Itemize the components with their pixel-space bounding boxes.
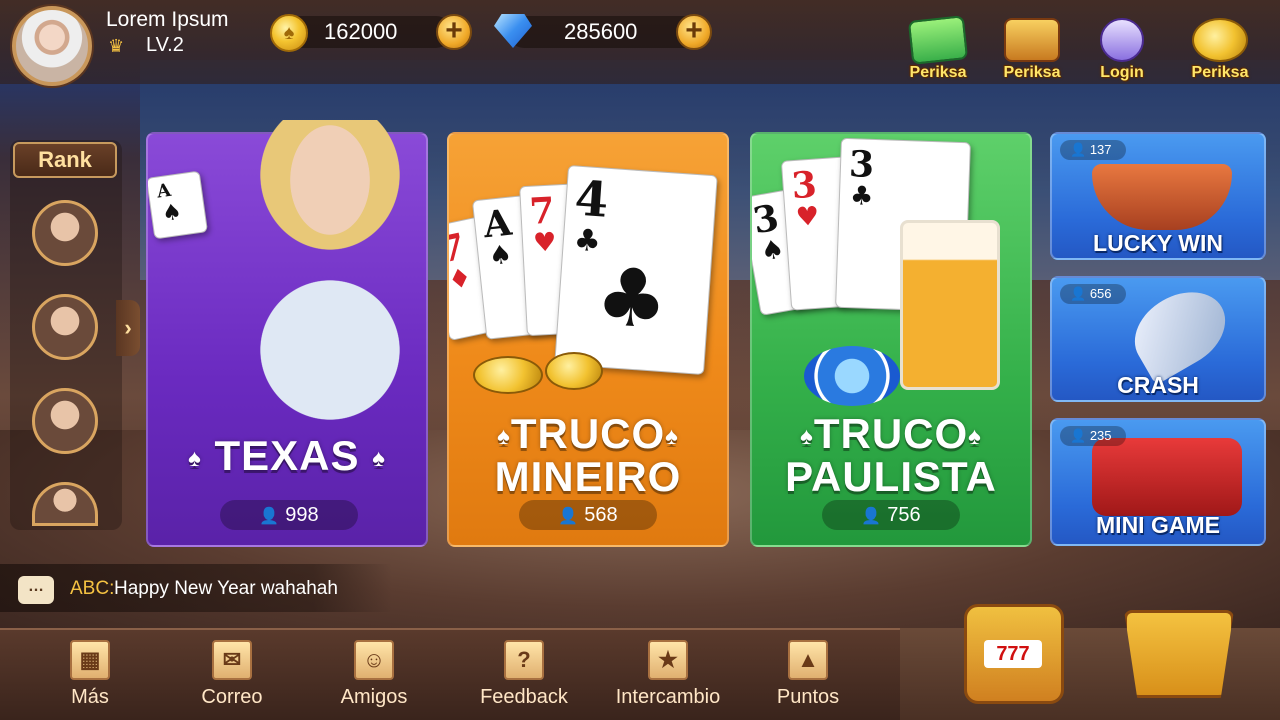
rank-expand-chevron-icon[interactable]: › <box>116 300 140 356</box>
tile-title-mini-game: MINI GAME <box>1096 512 1220 538</box>
game-card-truco-mineiro[interactable]: 7 ♦ A ♠ 7 ♥ 4 ♣ ♣ ♠TRUCO♠ MINEIRO 👤 568 <box>447 132 729 547</box>
nav-correo[interactable]: ✉ Correo <box>172 636 292 716</box>
dealer-character-art <box>230 120 430 450</box>
chat-sender: ABC: <box>70 578 115 599</box>
nav-amigos-label: Amigos <box>340 686 408 708</box>
gem-balance: 285600 <box>564 19 638 44</box>
coin-balance: 162000 <box>324 19 398 44</box>
rank-avatar-3[interactable] <box>32 388 98 454</box>
gold-coin-icon <box>473 356 543 394</box>
gratta-card-icon <box>907 15 969 65</box>
tile-players-mini-game: 👤 235 <box>1060 426 1126 446</box>
exchange-gift-icon: ★ <box>648 640 688 680</box>
poker-chips-icon <box>804 346 900 406</box>
daily-login-label: Login <box>1100 64 1144 81</box>
coin-pile-icon <box>1192 18 1248 62</box>
mail-icon: ✉ <box>212 640 252 680</box>
card-art-4-clubs: 4 ♣ ♣ <box>554 165 718 375</box>
slot-machine-reels: 777 <box>984 640 1042 668</box>
chat-bubble-icon[interactable]: … <box>18 576 54 604</box>
tile-players-crash: 👤 656 <box>1060 284 1126 304</box>
rank-avatar-2[interactable] <box>32 294 98 360</box>
gift-box-button[interactable]: Periksa <box>996 18 1068 82</box>
nav-correo-label: Correo <box>201 686 263 708</box>
nav-puntos[interactable]: ▲ Puntos <box>748 636 868 716</box>
add-gems-button[interactable]: + <box>676 14 712 50</box>
daily-login-button[interactable]: Login <box>1086 18 1158 82</box>
rank-avatar-1[interactable] <box>32 200 98 266</box>
player-name: Lorem Ipsum <box>106 8 229 31</box>
nav-mas-label: Más <box>71 686 109 708</box>
tile-players-lucky-win: 👤 137 <box>1060 140 1126 160</box>
beer-mug-icon <box>900 220 1000 390</box>
slot-reel-icon <box>1092 438 1242 516</box>
player-level: LV.2 <box>146 34 184 56</box>
backpack-icon: ▲ <box>788 640 828 680</box>
gift-box-icon <box>1004 18 1060 62</box>
nav-amigos[interactable]: ☺ Amigos <box>314 636 434 716</box>
players-count-truco-paulista: 👤 756 <box>822 500 960 530</box>
user-icon: 👤 <box>1070 428 1087 443</box>
user-icon: 👤 <box>558 508 579 525</box>
rank-title[interactable]: Rank <box>13 142 117 178</box>
players-count-truco-mineiro: 👤 568 <box>519 500 657 530</box>
user-icon: 👤 <box>1070 142 1087 157</box>
tile-mini-game[interactable]: 👤 235 MINI GAME <box>1050 418 1266 546</box>
tile-title-lucky-win: LUCKY WIN <box>1093 230 1223 256</box>
nav-mas[interactable]: ▦ Más <box>30 636 150 716</box>
gold-coin-icon <box>545 352 603 390</box>
gratta-card-button[interactable]: Periksa <box>902 15 974 82</box>
coin-pile-button[interactable]: Periksa <box>1184 18 1256 82</box>
player-avatar[interactable] <box>12 6 92 86</box>
nav-feedback-label: Feedback <box>480 686 568 708</box>
game-title-truco-mineiro: ♠TRUCO♠ MINEIRO <box>494 410 682 500</box>
tile-title-crash: CRASH <box>1117 372 1199 398</box>
gratta-card-label: Periksa <box>909 64 967 81</box>
players-count-texas: 👤 998 <box>220 500 358 530</box>
ace-of-spades-card-icon: A ♠ <box>148 170 209 240</box>
rocket-icon <box>1120 278 1240 386</box>
calendar-check-icon <box>1100 18 1144 62</box>
nav-feedback[interactable]: ? Feedback <box>464 636 584 716</box>
tile-crash[interactable]: 👤 656 CRASH <box>1050 276 1266 402</box>
pirate-ship-icon <box>1092 164 1232 230</box>
nav-intercambio-label: Intercambio <box>615 686 721 708</box>
user-icon: 👤 <box>259 508 280 525</box>
coin-icon: ♠ <box>270 14 308 52</box>
nav-intercambio[interactable]: ★ Intercambio <box>606 636 730 716</box>
user-icon: 👤 <box>1070 286 1087 301</box>
gift-box-label: Periksa <box>1003 64 1061 81</box>
shopping-cart-button[interactable] <box>1124 610 1234 698</box>
nav-puntos-label: Puntos <box>776 686 840 708</box>
game-title-truco-paulista: ♠TRUCO♠ PAULISTA <box>785 410 997 500</box>
chat-message: Happy New Year wahahah <box>114 578 338 599</box>
user-icon: 👤 <box>861 508 882 525</box>
friends-icon: ☺ <box>354 640 394 680</box>
grid-icon: ▦ <box>70 640 110 680</box>
add-coins-button[interactable]: + <box>436 14 472 50</box>
feedback-icon: ? <box>504 640 544 680</box>
crown-icon: ♛ <box>108 36 125 56</box>
tile-lucky-win[interactable]: 👤 137 LUCKY WIN <box>1050 132 1266 260</box>
coin-pile-label: Periksa <box>1191 64 1249 81</box>
